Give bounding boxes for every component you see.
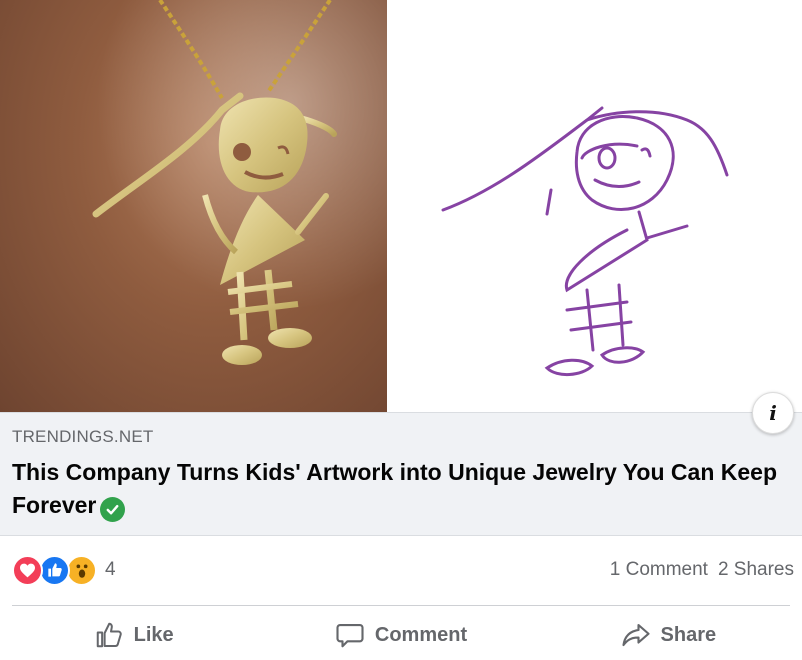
actions-divider: [12, 605, 790, 606]
comment-bubble-icon: [335, 620, 365, 650]
wow-reaction-icon: [66, 554, 97, 586]
gold-pendant-illustration: [0, 0, 387, 412]
post-stats: 4 1 Comment 2 Shares: [0, 548, 802, 592]
facebook-post: i TRENDINGS.NET This Company Turns Kids'…: [0, 0, 802, 660]
link-title[interactable]: This Company Turns Kids' Artwork into Un…: [12, 456, 790, 522]
necklace-photo: [0, 0, 387, 412]
purple-crayon-drawing: [441, 106, 729, 376]
engagement-counts: 1 Comment 2 Shares: [610, 559, 794, 581]
link-domain: TRENDINGS.NET: [12, 427, 154, 446]
comment-label: Comment: [374, 623, 468, 646]
love-reaction-icon: [12, 554, 43, 586]
post-image[interactable]: [0, 0, 802, 412]
link-preview[interactable]: TRENDINGS.NET This Company Turns Kids' A…: [0, 412, 802, 536]
like-reaction-icon: [39, 554, 70, 586]
comment-button[interactable]: Comment: [267, 610, 534, 660]
post-actions: Like Comment Share: [0, 610, 802, 660]
reaction-count: 4: [105, 559, 116, 580]
like-label: Like: [133, 623, 174, 646]
link-title-text: This Company Turns Kids' Artwork into Un…: [12, 459, 778, 518]
share-label: Share: [660, 623, 717, 646]
info-icon[interactable]: i: [752, 392, 794, 434]
child-drawing: [387, 0, 802, 412]
thumbs-up-icon: [94, 620, 124, 650]
share-button[interactable]: Share: [535, 610, 802, 660]
comment-count-link[interactable]: 1 Comment: [610, 559, 708, 581]
share-arrow-icon: [621, 620, 651, 650]
like-button[interactable]: Like: [0, 610, 267, 660]
share-count-link[interactable]: 2 Shares: [718, 559, 794, 581]
reaction-summary[interactable]: 4: [12, 554, 116, 586]
verified-check-icon: [100, 497, 126, 522]
